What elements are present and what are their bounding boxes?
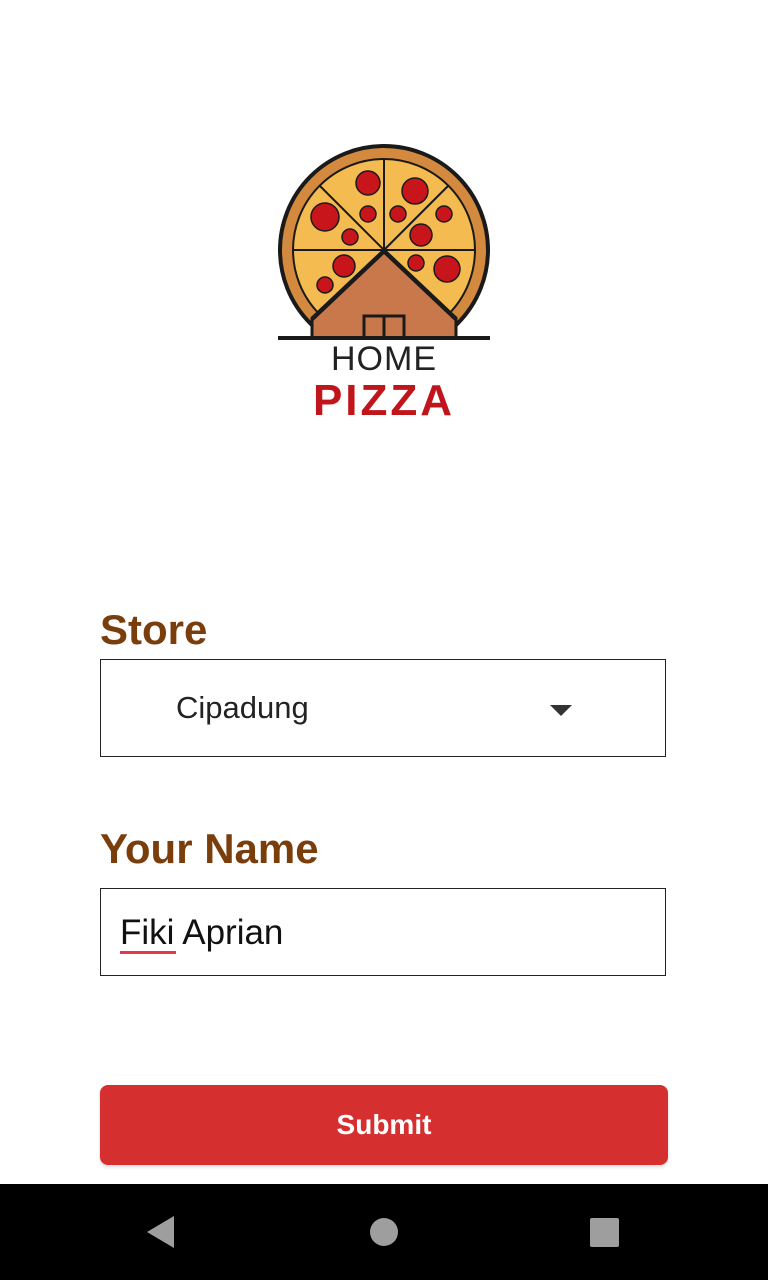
spellcheck-underline xyxy=(120,951,176,954)
name-input-value: Fiki Aprian xyxy=(120,913,284,952)
chevron-down-icon xyxy=(550,705,572,716)
name-input[interactable]: Fiki Aprian xyxy=(100,888,666,976)
store-dropdown[interactable]: Cipadung xyxy=(100,659,666,757)
submit-button[interactable]: Submit xyxy=(100,1085,668,1165)
recents-icon xyxy=(590,1218,619,1247)
logo-text-pizza: PIZZA xyxy=(312,376,456,425)
back-icon xyxy=(147,1216,174,1248)
home-button[interactable] xyxy=(336,1184,432,1280)
recents-button[interactable] xyxy=(556,1184,652,1280)
logo-text-home: HOME xyxy=(331,340,437,378)
home-pizza-logo: HOME PIZZA xyxy=(274,140,494,430)
store-label: Store xyxy=(100,606,208,653)
system-navigation-bar xyxy=(0,1184,768,1280)
pizza-house-icon xyxy=(278,144,490,340)
your-name-label: Your Name xyxy=(100,825,319,872)
home-icon xyxy=(370,1218,398,1246)
back-button[interactable] xyxy=(112,1184,208,1280)
store-selected-value: Cipadung xyxy=(176,690,309,725)
